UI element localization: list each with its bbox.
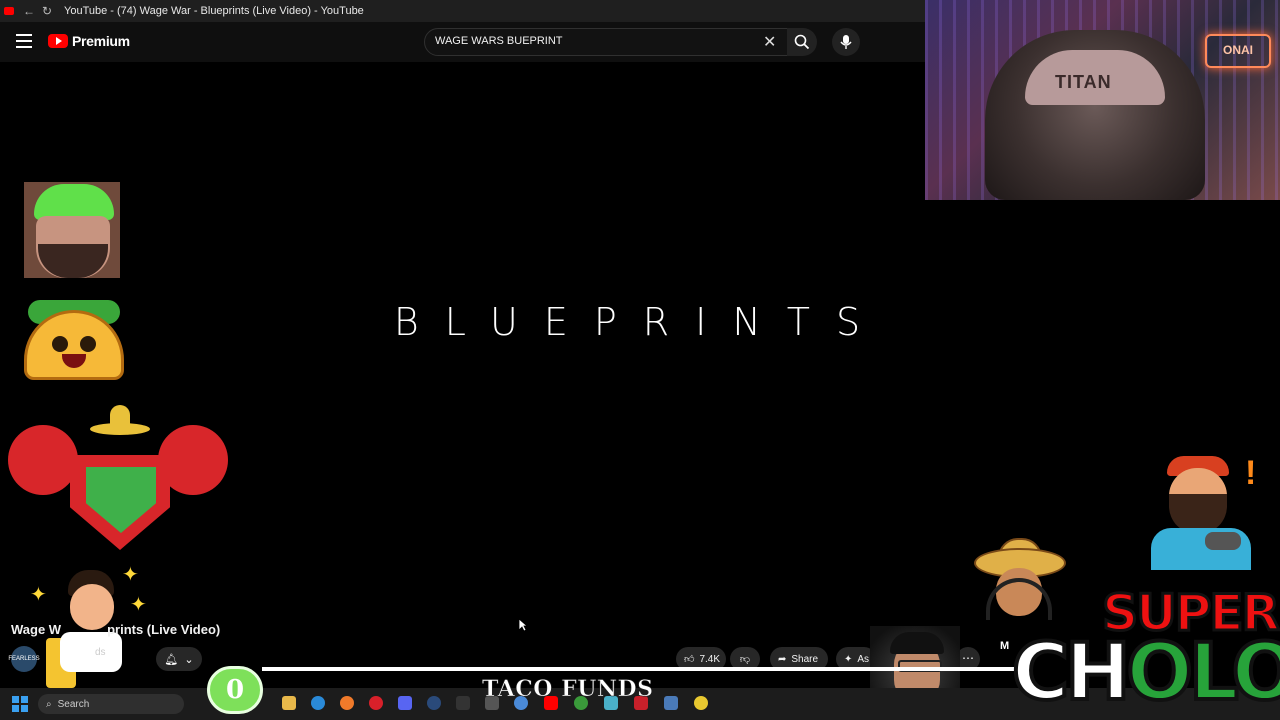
clear-search-icon[interactable]: ✕ [763,32,776,52]
taco-funds-banner: TACO FUNDS [482,676,654,703]
gamer-sticker: ! [1145,450,1265,570]
discord-icon[interactable] [398,696,412,710]
notification-bell-button[interactable]: 🔔︎ ⌄ [156,647,202,671]
file-explorer-icon[interactable] [282,696,296,710]
taskbar-search-box[interactable]: ⌕ Search [38,694,184,714]
green-headband-face-sticker [24,182,120,278]
share-icon: ➦ [778,653,787,665]
brand-line-2: CHOLO [1010,628,1280,718]
app3-icon[interactable] [664,696,678,710]
taco-emote-sticker [24,296,124,380]
sparkle-icon: ✦ [844,653,853,665]
recommendation-label[interactable]: M [1000,640,1009,652]
share-label: Share [791,653,819,665]
brand-line-2b: OLO [1125,628,1280,718]
neon-sign: ONAI [1205,34,1271,68]
windows-start-icon[interactable] [12,696,28,712]
thumbs-down-icon: 👎︎ [739,654,751,665]
youtube-favicon-icon [4,7,14,15]
microphone-icon [840,35,852,49]
video-title-end: prints (Live Video) [107,622,221,637]
brand-line-2a: CH [1010,628,1132,718]
browser-title-bar: ← ↻ YouTube - (74) Wage War - Blueprints… [0,0,925,22]
goal-progress-bar [262,667,1022,671]
bell-icon: 🔔︎ [164,653,179,666]
youtube-logo-icon [48,34,68,48]
channel-avatar[interactable]: FEARLESS [8,646,40,672]
search-value: WAGE WARS BUEPRINT [435,35,563,47]
chrome-icon-2[interactable] [694,696,708,710]
epic-games-icon[interactable] [456,696,470,710]
search-icon [794,34,810,50]
like-count: 7.4K [699,653,721,665]
voice-search-button[interactable] [832,28,860,56]
steam-icon[interactable] [427,696,441,710]
back-icon[interactable]: ← [20,2,38,20]
chevron-down-icon: ⌄ [184,653,194,666]
mouse-cursor-icon [518,618,528,632]
tab-title: YouTube - (74) Wage War - Blueprints (Li… [64,5,364,17]
search-icon: ⌕ [46,698,52,710]
super-cholo-muscle-sticker [8,405,228,550]
menu-icon[interactable] [16,34,32,48]
super-cholo-logo: SUPER CHOLO [1010,587,1280,720]
taskbar-search-placeholder: Search [57,698,90,710]
cam-hat-text: TITAN [1055,72,1112,92]
youtube-premium-logo[interactable]: Premium [48,33,130,49]
thumbs-up-icon: 👍︎ [684,654,695,665]
video-title-start: Wage W [11,622,62,637]
search-button[interactable] [787,28,817,56]
edge-icon[interactable] [311,696,325,710]
video-overlay-text: BLUEPRINTS [393,300,887,344]
youtube-header: Premium WAGE WARS BUEPRINT ✕ [0,22,925,62]
search-input[interactable]: WAGE WARS BUEPRINT ✕ [424,28,788,56]
donation-counter: 0 [207,666,263,714]
opera-icon[interactable] [369,696,383,710]
logo-text: Premium [72,33,130,49]
more-icon: ⋯ [962,651,974,665]
streamer-webcam: TITAN ONAI [925,0,1280,200]
channel-name[interactable]: ds [95,647,106,658]
video-title: Wage W prints (Live Video) [11,622,220,637]
reload-icon[interactable]: ↻ [38,2,56,20]
ask-label: As [857,653,870,665]
firefox-icon[interactable] [340,696,354,710]
